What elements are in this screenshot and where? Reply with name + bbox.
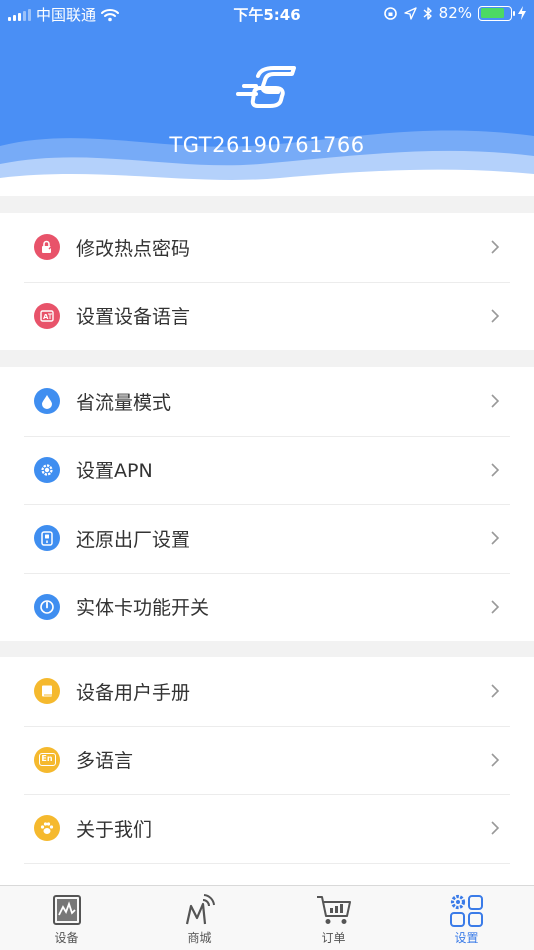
battery-percent: 82% xyxy=(438,4,472,22)
menu-item-label: 实体卡功能开关 xyxy=(76,597,210,620)
mall-icon xyxy=(185,894,215,925)
menu-item-label: 还原出厂设置 xyxy=(76,528,191,551)
chevron-right-icon xyxy=(491,600,500,614)
chevron-right-icon xyxy=(491,753,500,767)
chevron-right-icon xyxy=(491,463,500,477)
tab-orders[interactable]: 订单 xyxy=(267,886,400,950)
settings-icon xyxy=(449,894,483,927)
menu-item-change-hotspot-password[interactable]: 修改热点密码 xyxy=(0,213,534,282)
tab-label: 设置 xyxy=(454,931,479,945)
device-icon xyxy=(52,895,81,925)
menu-item-set-apn[interactable]: 设置APN xyxy=(0,435,534,505)
orientation-lock-icon xyxy=(383,6,397,20)
brand-logo xyxy=(236,66,296,108)
language-badge: En xyxy=(38,753,56,767)
lock-edit-icon xyxy=(34,234,60,261)
settings-group-security: 修改热点密码 A 设置设备语言 xyxy=(0,213,534,350)
water-drop-icon xyxy=(34,388,60,415)
menu-item-user-manual[interactable]: 设备用户手册 xyxy=(0,657,534,726)
tab-label: 设备 xyxy=(54,931,79,945)
chevron-right-icon xyxy=(491,821,500,835)
status-bar: 中国联通 下午5:46 82% xyxy=(0,0,534,28)
menu-item-set-device-language[interactable]: A 设置设备语言 xyxy=(0,281,534,351)
paw-icon xyxy=(34,815,60,842)
menu-item-label: 设置设备语言 xyxy=(76,306,191,329)
menu-item-data-saving-mode[interactable]: 省流量模式 xyxy=(0,367,534,436)
tab-label: 商城 xyxy=(187,931,212,945)
menu-item-label: 关于我们 xyxy=(76,818,153,841)
menu-item-label: 省流量模式 xyxy=(76,391,172,414)
menu-item-about-us[interactable]: 关于我们 xyxy=(0,794,534,863)
chevron-right-icon xyxy=(491,531,500,545)
menu-item-multi-language[interactable]: En 多语言 xyxy=(0,725,534,795)
language-icon: En xyxy=(34,746,60,773)
settings-group-network: 省流量模式 设置APN 还原出厂设置 实体卡功能开关 xyxy=(0,367,534,641)
menu-item-sim-card-switch[interactable]: 实体卡功能开关 xyxy=(0,572,534,642)
translate-icon: A xyxy=(34,302,60,329)
tab-mall[interactable]: 商城 xyxy=(133,886,266,950)
tab-label: 订单 xyxy=(321,931,346,945)
reset-icon xyxy=(34,525,60,552)
menu-item-label: 设置APN xyxy=(76,460,153,483)
device-id: TGT26190761766 xyxy=(169,133,365,157)
settings-group-info: 设备用户手册 En 多语言 关于我们 xyxy=(0,657,534,897)
chevron-right-icon xyxy=(491,309,500,323)
tab-bar: 设备 商城 订单 设置 xyxy=(0,885,534,950)
chevron-right-icon xyxy=(491,240,500,254)
power-icon xyxy=(34,593,60,620)
gear-icon xyxy=(34,456,60,483)
menu-item-label: 设备用户手册 xyxy=(76,681,191,704)
chevron-right-icon xyxy=(491,684,500,698)
battery-icon xyxy=(478,5,515,21)
charging-icon xyxy=(518,6,526,20)
profile-header: TGT26190761766 xyxy=(0,0,534,196)
menu-item-label: 多语言 xyxy=(76,750,134,773)
location-icon xyxy=(403,6,417,20)
menu-item-label: 修改热点密码 xyxy=(76,237,191,260)
tab-device[interactable]: 设备 xyxy=(0,886,133,950)
chevron-right-icon xyxy=(491,394,500,408)
tab-settings[interactable]: 设置 xyxy=(400,886,533,950)
cart-icon xyxy=(316,896,351,924)
bluetooth-icon xyxy=(423,6,432,20)
book-icon xyxy=(34,678,60,705)
menu-item-factory-reset[interactable]: 还原出厂设置 xyxy=(0,504,534,573)
